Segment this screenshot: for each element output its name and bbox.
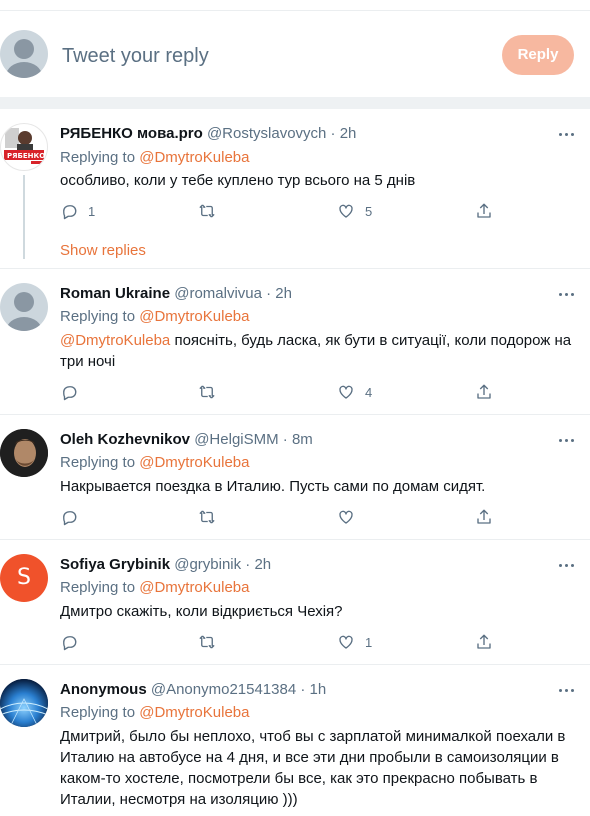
tweet-text: особливо, коли у тебе куплено тур всього… — [60, 172, 416, 189]
replying-to: Replying to @DmytroKuleba — [60, 149, 250, 166]
avatar-letter: S — [17, 565, 31, 590]
avatar[interactable]: РЯБЕНКО — [0, 123, 48, 171]
svg-text:РЯБЕНКО: РЯБЕНКО — [7, 152, 45, 160]
mention-link[interactable]: @DmytroKuleba — [139, 704, 249, 721]
replying-to: Replying to @DmytroKuleba — [60, 579, 250, 596]
tweet-actions — [60, 508, 500, 528]
heart-icon — [339, 204, 353, 218]
retweet-action[interactable] — [198, 202, 216, 222]
like-action[interactable]: 5 — [337, 202, 372, 222]
reply-compose: Tweet your reply Reply — [0, 11, 590, 97]
share-action[interactable] — [475, 508, 493, 528]
tweet-reply[interactable]: S Sofiya Grybinik @grybinik · 2h Replyin… — [0, 540, 590, 665]
mention-link[interactable]: @DmytroKuleba — [139, 149, 249, 166]
share-icon — [477, 203, 491, 218]
tweet-text: Дмитро скажіть, коли відкриється Чехія? — [60, 603, 343, 620]
author-handle[interactable]: @grybinik · 2h — [174, 556, 271, 573]
reply-action[interactable]: 1 — [60, 202, 95, 222]
reply-icon — [63, 386, 77, 401]
replying-to: Replying to @DmytroKuleba — [60, 704, 250, 721]
mention-link[interactable]: @DmytroKuleba — [139, 308, 249, 325]
retweet-action[interactable] — [198, 508, 216, 528]
thread-line — [23, 175, 25, 259]
reply-icon — [63, 511, 77, 526]
like-action[interactable]: 1 — [337, 633, 372, 653]
more-options-icon[interactable] — [559, 130, 575, 140]
tweet-header: Sofiya Grybinik @grybinik · 2h — [60, 556, 271, 573]
tweet-header: Anonymous @Anonymo21541384 · 1h — [60, 681, 326, 698]
tweet-actions: 4 — [60, 383, 500, 403]
share-icon — [477, 384, 491, 399]
reply-icon — [63, 205, 77, 220]
tweet-reply[interactable]: Anonymous @Anonymo21541384 · 1h Replying… — [0, 665, 590, 816]
retweet-icon — [199, 204, 215, 218]
reply-action[interactable] — [60, 508, 78, 528]
more-options-icon[interactable] — [559, 686, 575, 696]
tweet-header: Oleh Kozhevnikov @HelgiSMM · 8m — [60, 431, 313, 448]
mention-link[interactable]: @DmytroKuleba — [60, 332, 170, 349]
more-options-icon[interactable] — [559, 561, 575, 571]
more-options-icon[interactable] — [559, 436, 575, 446]
reply-icon — [63, 636, 77, 651]
show-replies-link[interactable]: Show replies — [60, 242, 146, 259]
heart-icon — [339, 510, 353, 524]
author-handle[interactable]: @HelgiSMM · 8m — [194, 431, 313, 448]
avatar[interactable] — [0, 679, 48, 727]
tweet-text: Накрывается поездка в Италию. Пусть сами… — [60, 478, 486, 495]
tweet-reply[interactable]: Oleh Kozhevnikov @HelgiSMM · 8m Replying… — [0, 415, 590, 540]
reply-button[interactable]: Reply — [502, 35, 574, 75]
tweet-header: РЯБЕНКО мова.pro @Rostyslavovych · 2h — [60, 125, 356, 142]
retweet-icon — [199, 635, 215, 649]
retweet-action[interactable] — [198, 633, 216, 653]
retweet-action[interactable] — [198, 383, 216, 403]
share-icon — [477, 509, 491, 524]
replying-to: Replying to @DmytroKuleba — [60, 308, 250, 325]
replying-to: Replying to @DmytroKuleba — [60, 454, 250, 471]
reply-action[interactable] — [60, 633, 78, 653]
share-icon — [477, 634, 491, 649]
tweet-reply[interactable]: Roman Ukraine @romalvivua · 2h Replying … — [0, 269, 590, 415]
current-user-avatar[interactable] — [0, 30, 48, 78]
author-name[interactable]: Oleh Kozhevnikov — [60, 431, 190, 448]
tweet-actions: 1 — [60, 633, 500, 653]
avatar[interactable] — [0, 283, 48, 331]
like-action[interactable]: 4 — [337, 383, 372, 403]
author-handle[interactable]: @romalvivua · 2h — [174, 285, 292, 302]
tweet-text: Дмитрий, было бы неплохо, чтоб вы с зарп… — [60, 728, 566, 808]
avatar[interactable] — [0, 429, 48, 477]
mention-link[interactable]: @DmytroKuleba — [139, 579, 249, 596]
author-name[interactable]: Roman Ukraine — [60, 285, 170, 302]
tweet-text: @DmytroKuleba поясніть, будь ласка, як б… — [60, 332, 572, 370]
tweet-actions: 1 5 — [60, 202, 500, 222]
reply-input[interactable]: Tweet your reply — [62, 45, 209, 68]
author-handle[interactable]: @Rostyslavovych · 2h — [207, 125, 356, 142]
retweet-icon — [199, 510, 215, 524]
share-action[interactable] — [475, 383, 493, 403]
avatar[interactable]: S — [0, 554, 48, 602]
author-name[interactable]: Sofiya Grybinik — [60, 556, 170, 573]
mention-link[interactable]: @DmytroKuleba — [139, 454, 249, 471]
heart-icon — [339, 635, 353, 649]
tweet-reply[interactable]: РЯБЕНКО РЯБЕНКО мова.pro @Rostyslavovych… — [0, 109, 590, 269]
share-action[interactable] — [475, 202, 493, 222]
author-name[interactable]: РЯБЕНКО мова.pro — [60, 125, 203, 142]
more-options-icon[interactable] — [559, 290, 575, 300]
share-action[interactable] — [475, 633, 493, 653]
author-handle[interactable]: @Anonymo21541384 · 1h — [151, 681, 326, 698]
like-action[interactable] — [337, 508, 355, 528]
retweet-icon — [199, 385, 215, 399]
heart-icon — [339, 385, 353, 399]
tweet-header: Roman Ukraine @romalvivua · 2h — [60, 285, 292, 302]
section-separator — [0, 97, 590, 109]
author-name[interactable]: Anonymous — [60, 681, 147, 698]
reply-action[interactable] — [60, 383, 78, 403]
